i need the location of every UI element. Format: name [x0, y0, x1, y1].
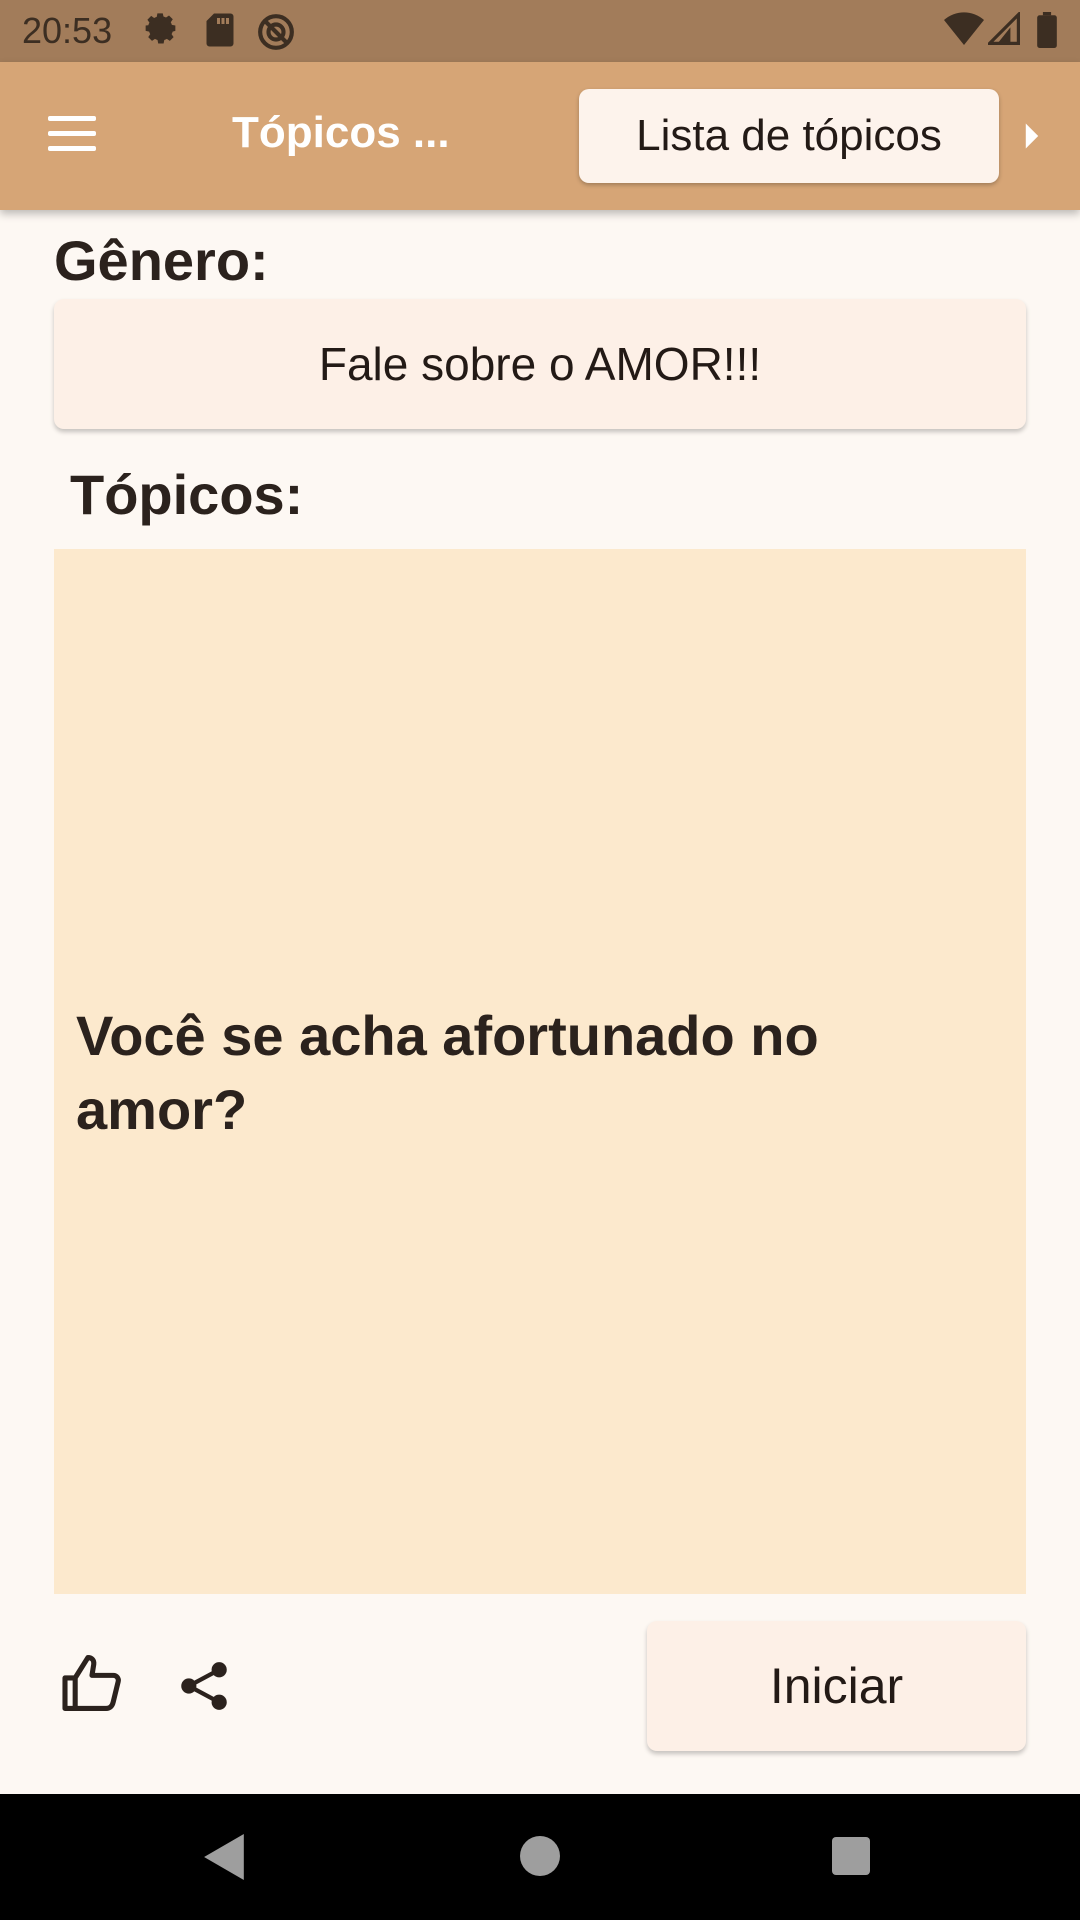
wifi-icon — [944, 12, 984, 45]
navigation-bar — [0, 1794, 1080, 1920]
topic-list-button[interactable]: Lista de tópicos — [579, 89, 999, 183]
topics-label: Tópicos: — [70, 463, 304, 526]
home-icon[interactable] — [520, 1836, 560, 1876]
recents-icon[interactable] — [832, 1837, 870, 1875]
genre-label: Gênero: — [54, 229, 269, 292]
sd-card-icon — [206, 13, 234, 47]
app-bar: Tópicos ... Lista de tópicos — [0, 62, 1080, 210]
battery-icon — [1037, 12, 1057, 48]
topic-card[interactable]: Você se acha afortunado no amor? — [54, 549, 1026, 1594]
back-icon[interactable] — [204, 1834, 246, 1880]
thumbs-up-icon[interactable] — [62, 1655, 124, 1711]
share-icon[interactable] — [178, 1660, 230, 1712]
status-bar: 20:53 — [0, 0, 1080, 62]
menu-icon[interactable] — [48, 116, 96, 156]
no-disturb-icon — [258, 14, 294, 50]
status-time: 20:53 — [22, 10, 113, 51]
settings-icon — [145, 13, 176, 44]
genre-select-button[interactable]: Fale sobre o AMOR!!! — [54, 299, 1026, 429]
signal-icon — [988, 12, 1020, 45]
topic-question: Você se acha afortunado no amor? — [76, 1004, 819, 1141]
start-button[interactable]: Iniciar — [647, 1621, 1026, 1751]
arrow-right-icon[interactable] — [1024, 122, 1040, 150]
app-title: Tópicos ... — [232, 108, 450, 157]
